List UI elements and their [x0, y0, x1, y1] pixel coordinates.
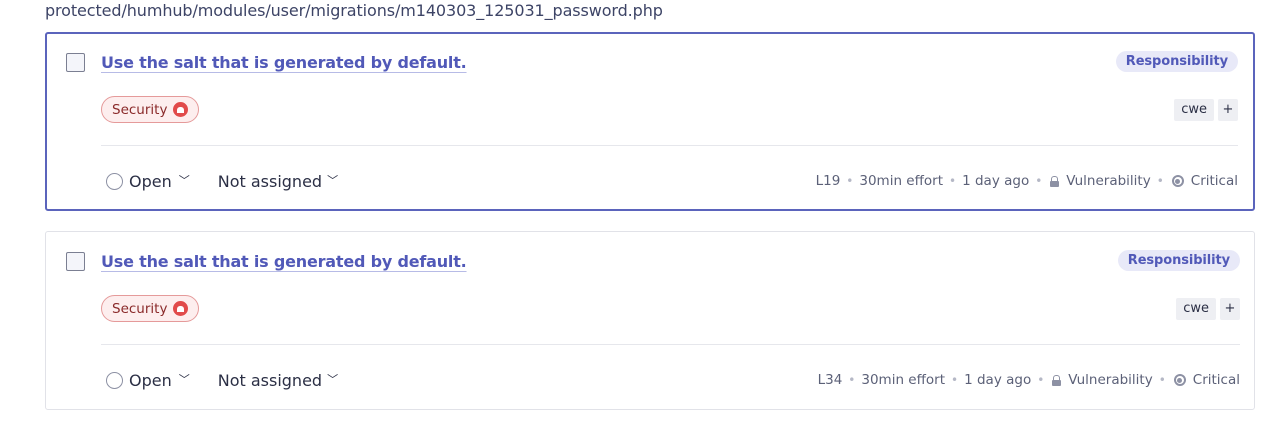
- issue-title-link[interactable]: Use the salt that is generated by defaul…: [101, 252, 467, 271]
- separator: •: [1156, 174, 1164, 188]
- critical-severity-icon: [1171, 175, 1184, 187]
- effort: 30min effort: [859, 173, 944, 189]
- file-path: protected/humhub/modules/user/migrations…: [45, 1, 663, 20]
- separator: •: [1037, 373, 1045, 387]
- issue-checkbox[interactable]: [66, 53, 85, 72]
- status-open-icon: [106, 371, 123, 389]
- software-quality-tag[interactable]: Security: [101, 295, 200, 322]
- status-dropdown[interactable]: Open ﹀: [106, 371, 190, 390]
- separator: •: [951, 373, 959, 387]
- software-quality-tag[interactable]: Security: [101, 96, 200, 123]
- clean-code-attribute-badge[interactable]: Responsibility: [1117, 250, 1240, 271]
- lock-icon: [1052, 374, 1062, 386]
- issue-severity: Critical: [1190, 173, 1238, 189]
- issue-severity: Critical: [1192, 372, 1240, 388]
- clean-code-attribute-badge[interactable]: Responsibility: [1115, 51, 1238, 72]
- tag-list: cwe +: [1174, 99, 1238, 121]
- high-severity-icon: [173, 301, 189, 316]
- tag-chip[interactable]: cwe: [1176, 298, 1216, 320]
- line-number[interactable]: L19: [816, 173, 841, 189]
- issue-footer: Open ﹀ Not assigned ﹀ L19 • 30min effort…: [106, 169, 1238, 193]
- separator: •: [1158, 373, 1166, 387]
- separator: •: [949, 174, 957, 188]
- critical-severity-icon: [1173, 374, 1186, 386]
- issue-meta: L34 • 30min effort • 1 day ago • Vulnera…: [818, 372, 1240, 388]
- chevron-down-icon: ﹀: [178, 373, 190, 386]
- divider: [101, 344, 1240, 345]
- issue-card[interactable]: Use the salt that is generated by defaul…: [45, 32, 1255, 211]
- add-tag-button[interactable]: +: [1220, 298, 1240, 320]
- issue-title-link[interactable]: Use the salt that is generated by defaul…: [101, 53, 467, 72]
- issue-age: 1 day ago: [964, 372, 1032, 388]
- separator: •: [846, 174, 854, 188]
- chevron-down-icon: ﹀: [327, 373, 339, 386]
- separator: •: [1035, 174, 1043, 188]
- issue-card[interactable]: Use the salt that is generated by defaul…: [45, 231, 1255, 410]
- tag-list: cwe +: [1176, 298, 1240, 320]
- add-tag-button[interactable]: +: [1218, 99, 1238, 121]
- chevron-down-icon: ﹀: [178, 174, 190, 187]
- assignee-dropdown[interactable]: Not assigned ﹀: [218, 172, 338, 191]
- issue-meta: L19 • 30min effort • 1 day ago • Vulnera…: [816, 173, 1238, 189]
- issue-type: Vulnerability: [1066, 173, 1151, 189]
- lock-icon: [1050, 175, 1060, 187]
- line-number[interactable]: L34: [818, 372, 843, 388]
- tag-chip[interactable]: cwe: [1174, 99, 1214, 121]
- high-severity-icon: [173, 102, 189, 117]
- software-quality-label: Security: [112, 101, 168, 118]
- issue-type: Vulnerability: [1068, 372, 1153, 388]
- status-dropdown[interactable]: Open ﹀: [106, 172, 190, 191]
- status-label: Open: [129, 171, 172, 191]
- issue-checkbox[interactable]: [66, 252, 85, 271]
- issue-footer: Open ﹀ Not assigned ﹀ L34 • 30min effort…: [106, 368, 1240, 392]
- issue-age: 1 day ago: [962, 173, 1030, 189]
- software-quality-label: Security: [112, 300, 168, 317]
- assignee-dropdown[interactable]: Not assigned ﹀: [218, 371, 338, 390]
- issue-list: Use the salt that is generated by defaul…: [45, 32, 1255, 430]
- assignee-label: Not assigned: [217, 370, 323, 390]
- assignee-label: Not assigned: [217, 171, 323, 191]
- divider: [101, 145, 1238, 146]
- status-label: Open: [129, 370, 172, 390]
- chevron-down-icon: ﹀: [327, 174, 339, 187]
- effort: 30min effort: [861, 372, 946, 388]
- status-open-icon: [106, 172, 123, 190]
- separator: •: [848, 373, 856, 387]
